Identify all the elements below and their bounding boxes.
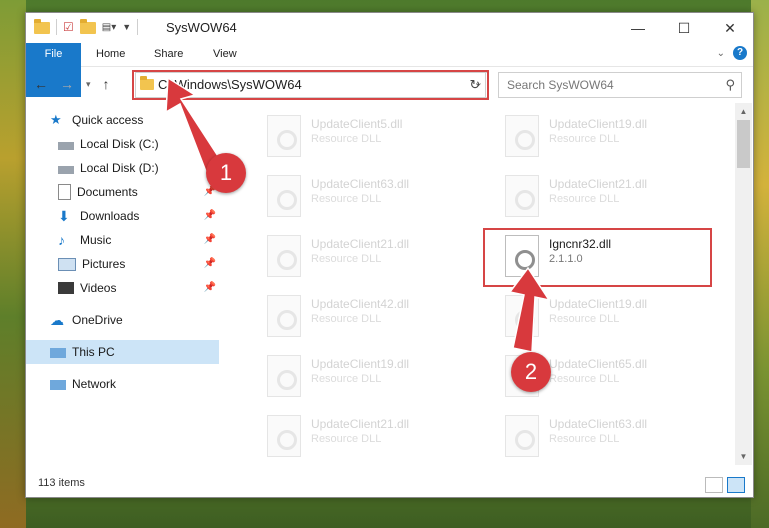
step-1-badge: 1 — [206, 153, 246, 193]
step-2-badge: 2 — [511, 352, 551, 392]
annotation-arrows — [165, 76, 551, 353]
arrow-2 — [508, 266, 551, 353]
